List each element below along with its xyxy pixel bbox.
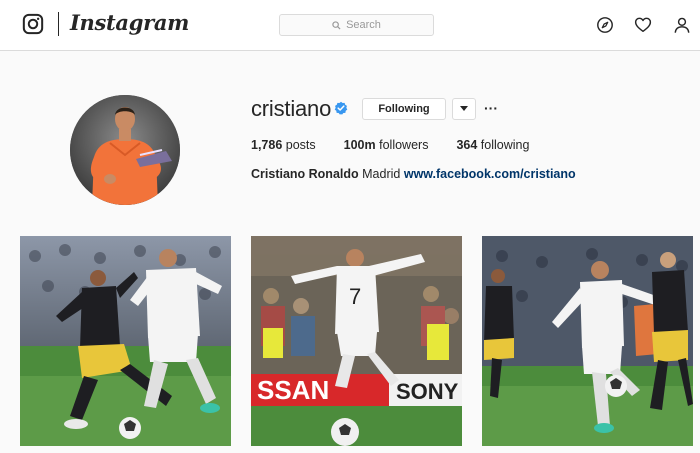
profile-stats: 1,786 posts 100m followers 364 following <box>251 138 529 152</box>
profile-bio-text: Madrid <box>362 167 401 181</box>
profile-website-link[interactable]: www.facebook.com/cristiano <box>404 167 576 181</box>
post-image <box>482 236 693 446</box>
instagram-glyph-icon[interactable] <box>22 13 44 35</box>
post-thumbnail[interactable]: SSAN SONY 7 <box>251 236 462 446</box>
verified-badge-icon <box>334 101 348 115</box>
following-link[interactable]: 364 following <box>456 138 529 152</box>
post-image <box>20 236 231 446</box>
posts-count: 1,786 posts <box>251 138 316 152</box>
kit-number: 7 <box>349 284 361 309</box>
more-options-icon[interactable]: ··· <box>484 100 498 116</box>
instagram-logo[interactable]: Instagram <box>70 10 189 35</box>
stat-value: 1,786 <box>251 138 283 152</box>
avatar-photo <box>70 95 180 205</box>
person-icon[interactable] <box>673 16 691 34</box>
suggestions-dropdown-button[interactable] <box>452 98 476 120</box>
followers-link[interactable]: 100m followers <box>344 138 429 152</box>
stat-label: posts <box>285 138 316 152</box>
search-input[interactable]: Search <box>279 14 434 36</box>
profile-avatar[interactable] <box>70 95 180 205</box>
profile-bio: Cristiano Ronaldo Madrid www.facebook.co… <box>251 167 576 181</box>
profile-username: cristiano <box>251 96 332 121</box>
profile-full-name: Cristiano Ronaldo <box>251 167 359 181</box>
stat-value: 364 <box>456 138 478 152</box>
nav-divider <box>58 12 59 36</box>
search-placeholder: Search <box>346 19 381 31</box>
post-thumbnail[interactable] <box>20 236 231 446</box>
stat-label: followers <box>379 138 429 152</box>
compass-icon[interactable] <box>596 16 614 34</box>
post-image: SSAN SONY 7 <box>251 236 462 446</box>
caret-down-icon <box>460 106 468 111</box>
stat-value: 100m <box>343 138 376 152</box>
post-thumbnail[interactable] <box>482 236 693 446</box>
following-button[interactable]: Following <box>362 98 446 120</box>
top-nav: Instagram Search <box>0 0 700 51</box>
search-icon <box>332 20 341 30</box>
banner-text-nissan: SSAN <box>257 375 329 405</box>
banner-text-sony: SONY <box>396 379 459 404</box>
heart-icon[interactable] <box>634 16 652 34</box>
stat-label: following <box>480 138 530 152</box>
